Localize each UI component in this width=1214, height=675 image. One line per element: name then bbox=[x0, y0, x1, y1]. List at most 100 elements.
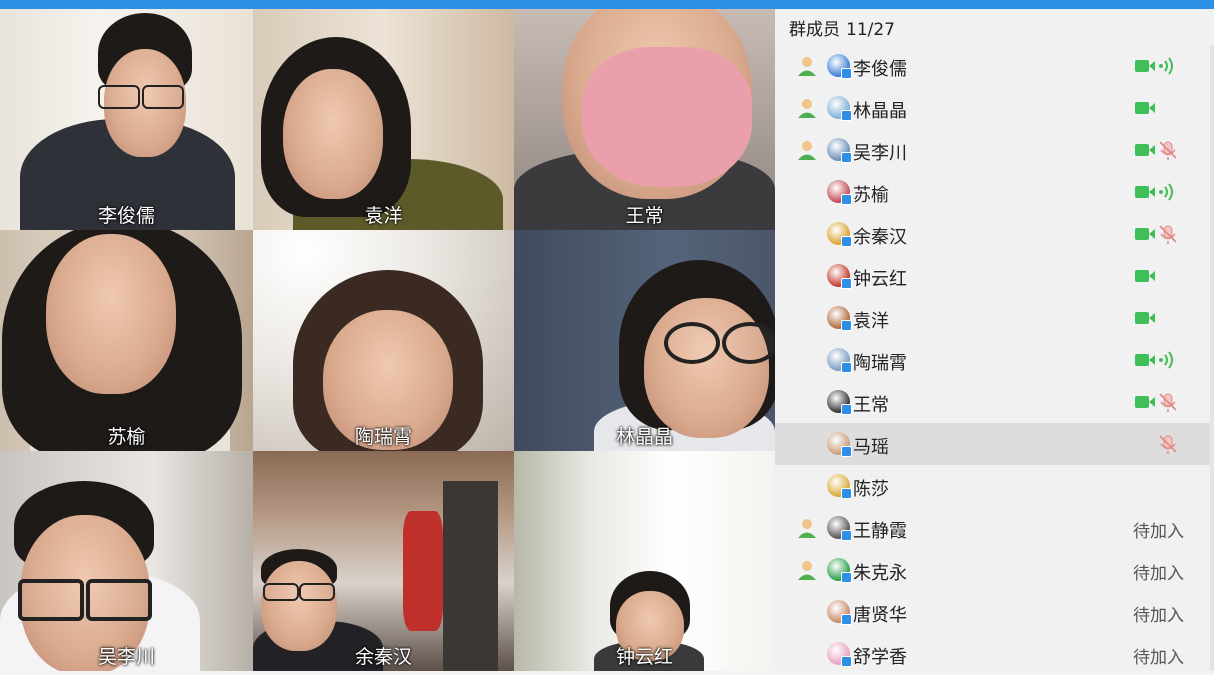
host-icon bbox=[795, 139, 819, 161]
title-bar-accent bbox=[0, 0, 1214, 9]
video-tile[interactable]: 苏榆 bbox=[0, 230, 253, 451]
members-count: 11/27 bbox=[846, 20, 895, 40]
camera-icon[interactable] bbox=[1134, 226, 1156, 242]
avatar bbox=[827, 264, 852, 289]
video-tile[interactable]: 李俊儒 bbox=[0, 9, 253, 230]
member-name: 袁洋 bbox=[853, 311, 889, 332]
member-name: 王静霞 bbox=[853, 521, 907, 542]
mic-muted-icon[interactable] bbox=[1157, 391, 1179, 413]
member-row[interactable]: 吴李川 bbox=[775, 129, 1210, 171]
member-name: 舒学香 bbox=[853, 647, 907, 668]
mic-muted-icon[interactable] bbox=[1157, 433, 1179, 455]
avatar bbox=[827, 516, 852, 541]
avatar bbox=[827, 138, 852, 163]
participant-name: 袁洋 bbox=[364, 205, 403, 227]
speaking-icon[interactable] bbox=[1157, 55, 1179, 77]
device-badge-icon bbox=[841, 194, 852, 205]
member-row[interactable]: 唐贤华 待加入 bbox=[775, 591, 1210, 633]
avatar bbox=[827, 306, 852, 331]
avatar bbox=[827, 600, 852, 625]
person-face bbox=[644, 298, 769, 438]
video-tile[interactable]: 吴李川 bbox=[0, 451, 253, 671]
member-row[interactable]: 袁洋 bbox=[775, 297, 1210, 339]
glasses bbox=[98, 85, 140, 109]
scrollbar[interactable] bbox=[1210, 45, 1214, 671]
glasses bbox=[142, 85, 184, 109]
member-name: 钟云红 bbox=[853, 269, 907, 290]
device-badge-icon bbox=[841, 320, 852, 331]
join-status: 待加入 bbox=[1133, 606, 1184, 626]
member-row[interactable]: 朱克永 待加入 bbox=[775, 549, 1210, 591]
video-tile[interactable]: 林晶晶 bbox=[514, 230, 775, 451]
avatar bbox=[827, 180, 852, 205]
glasses bbox=[263, 583, 299, 601]
join-status: 待加入 bbox=[1133, 564, 1184, 584]
mic-muted-icon[interactable] bbox=[1157, 139, 1179, 161]
camera-icon[interactable] bbox=[1134, 100, 1156, 116]
video-grid: 李俊儒 袁洋 王常 苏榆 陶瑞霄 林晶晶 吴李川 余秦汉 钟云红 bbox=[0, 9, 775, 671]
device-badge-icon bbox=[841, 236, 852, 247]
device-badge-icon bbox=[841, 572, 852, 583]
member-row[interactable]: 王常 bbox=[775, 381, 1210, 423]
glasses bbox=[722, 322, 775, 364]
member-name: 苏榆 bbox=[853, 185, 889, 206]
camera-icon[interactable] bbox=[1134, 268, 1156, 284]
glasses bbox=[18, 579, 84, 621]
member-row[interactable]: 林晶晶 bbox=[775, 87, 1210, 129]
mic-muted-icon[interactable] bbox=[1157, 223, 1179, 245]
video-tile[interactable]: 陶瑞霄 bbox=[253, 230, 514, 451]
member-row[interactable]: 舒学香 待加入 bbox=[775, 633, 1210, 675]
member-name: 马瑶 bbox=[853, 437, 889, 458]
camera-icon[interactable] bbox=[1134, 394, 1156, 410]
person-face bbox=[283, 69, 383, 199]
device-badge-icon bbox=[841, 614, 852, 625]
participant-name: 陶瑞霄 bbox=[354, 426, 412, 448]
video-tile[interactable]: 余秦汉 bbox=[253, 451, 514, 671]
video-tile[interactable]: 钟云红 bbox=[514, 451, 775, 671]
device-badge-icon bbox=[841, 446, 852, 457]
participant-name: 李俊儒 bbox=[97, 205, 155, 227]
host-icon bbox=[795, 55, 819, 77]
camera-icon[interactable] bbox=[1134, 142, 1156, 158]
participant-name: 苏榆 bbox=[107, 426, 146, 448]
member-row[interactable]: 陶瑞霄 bbox=[775, 339, 1210, 381]
participant-name: 余秦汉 bbox=[354, 646, 412, 668]
device-badge-icon bbox=[841, 656, 852, 667]
host-icon bbox=[795, 559, 819, 581]
member-row[interactable]: 王静霞 待加入 bbox=[775, 507, 1210, 549]
person-face bbox=[261, 561, 337, 651]
avatar bbox=[827, 54, 852, 79]
participant-name: 吴李川 bbox=[97, 646, 155, 668]
camera-icon[interactable] bbox=[1134, 58, 1156, 74]
member-row[interactable]: 李俊儒 bbox=[775, 45, 1210, 87]
member-row[interactable]: 苏榆 bbox=[775, 171, 1210, 213]
device-badge-icon bbox=[841, 488, 852, 499]
video-tile[interactable]: 袁洋 bbox=[253, 9, 514, 230]
member-row[interactable]: 余秦汉 bbox=[775, 213, 1210, 255]
avatar bbox=[827, 642, 852, 667]
member-name: 王常 bbox=[853, 395, 889, 416]
speaking-icon[interactable] bbox=[1157, 349, 1179, 371]
join-status: 待加入 bbox=[1133, 648, 1184, 668]
glasses bbox=[86, 579, 152, 621]
avatar bbox=[827, 390, 852, 415]
glasses bbox=[299, 583, 335, 601]
camera-icon[interactable] bbox=[1134, 310, 1156, 326]
video-tile[interactable]: 王常 bbox=[514, 9, 775, 230]
device-badge-icon bbox=[841, 530, 852, 541]
device-badge-icon bbox=[841, 110, 852, 121]
camera-icon[interactable] bbox=[1134, 352, 1156, 368]
participant-name: 王常 bbox=[625, 205, 664, 227]
members-panel: 群成员 11/27 李俊儒 林晶晶 吴李川 苏榆 余秦汉 钟云红 袁洋 陶瑞霄 王常 马瑶 陈莎 王静霞… bbox=[775, 9, 1214, 671]
device-badge-icon bbox=[841, 278, 852, 289]
avatar bbox=[827, 558, 852, 583]
camera-icon[interactable] bbox=[1134, 184, 1156, 200]
member-row[interactable]: 马瑶 bbox=[775, 423, 1210, 465]
speaking-icon[interactable] bbox=[1157, 181, 1179, 203]
member-row[interactable]: 钟云红 bbox=[775, 255, 1210, 297]
avatar bbox=[827, 222, 852, 247]
member-row[interactable]: 陈莎 bbox=[775, 465, 1210, 507]
member-name: 林晶晶 bbox=[853, 101, 907, 122]
member-name: 李俊儒 bbox=[853, 59, 907, 80]
member-name: 余秦汉 bbox=[853, 227, 907, 248]
